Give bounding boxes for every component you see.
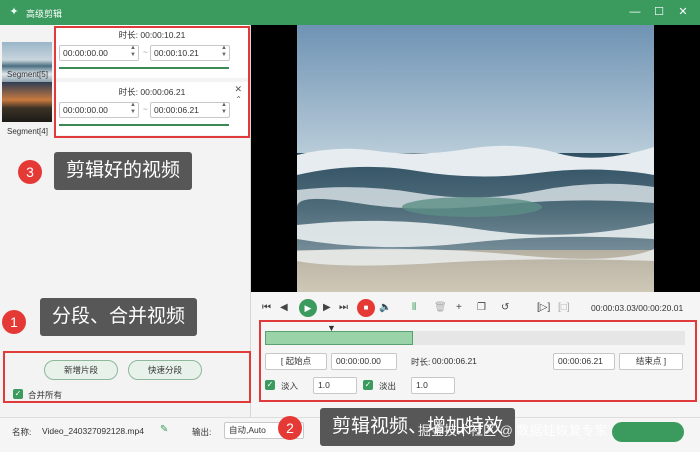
file-name: Video_240327092128.mp4 [42,426,144,436]
close-icon[interactable]: ✕ [674,4,692,20]
callout-1-text: 分段、合并视频 [40,298,198,336]
split-icon[interactable]: ⫴ [412,301,416,315]
left-actions-highlight-box [3,351,251,403]
mark-in-icon[interactable]: [▷] [537,301,550,315]
segments-highlight-box [54,26,250,138]
step-back-icon[interactable]: ◀ [280,301,288,315]
name-label: 名称: [12,427,32,437]
minimize-icon[interactable]: — [626,4,644,20]
segment-label: Segment[4] [7,127,48,136]
export-button[interactable] [612,422,684,442]
playback-time: 00:00:03.03/00:00:20.01 [591,303,684,313]
delete-icon[interactable]: 🗑 [434,301,447,315]
stop-button[interactable]: ■ [357,299,375,317]
volume-icon[interactable]: 🔈 [379,301,391,315]
edit-highlight-box [259,320,697,402]
mark-out-icon[interactable]: [□] [558,301,570,315]
video-frame [297,25,654,292]
video-preview[interactable] [251,25,700,292]
edit-name-icon[interactable]: ✎ [160,424,168,435]
step-forward-icon[interactable]: ▶ [323,301,331,315]
watermark: 掘金技术社区 @ 数据蛙恢复专家 [418,423,608,438]
segment-label: Segment[5] [7,70,48,79]
reset-icon[interactable]: ↺ [501,301,509,315]
copy-icon[interactable]: ❐ [477,301,486,315]
title-bar: ✦ 高级剪辑 — ☐ ✕ [0,0,700,25]
play-button[interactable]: ▶ [299,299,317,317]
add-icon[interactable]: + [456,301,462,315]
callout-3-badge: 3 [18,160,42,184]
callout-2-badge: 2 [278,416,302,440]
callout-1-badge: 1 [2,310,26,334]
skip-start-icon[interactable]: ⏮ [262,301,271,315]
app-logo-icon: ✦ [9,6,19,18]
skip-end-icon[interactable]: ⏭ [339,301,348,315]
window-title: 高级剪辑 [26,9,63,19]
segment-thumbnail[interactable] [2,82,52,122]
maximize-icon[interactable]: ☐ [650,4,668,20]
output-label: 输出: [192,427,212,437]
callout-3-text: 剪辑好的视频 [54,152,193,190]
